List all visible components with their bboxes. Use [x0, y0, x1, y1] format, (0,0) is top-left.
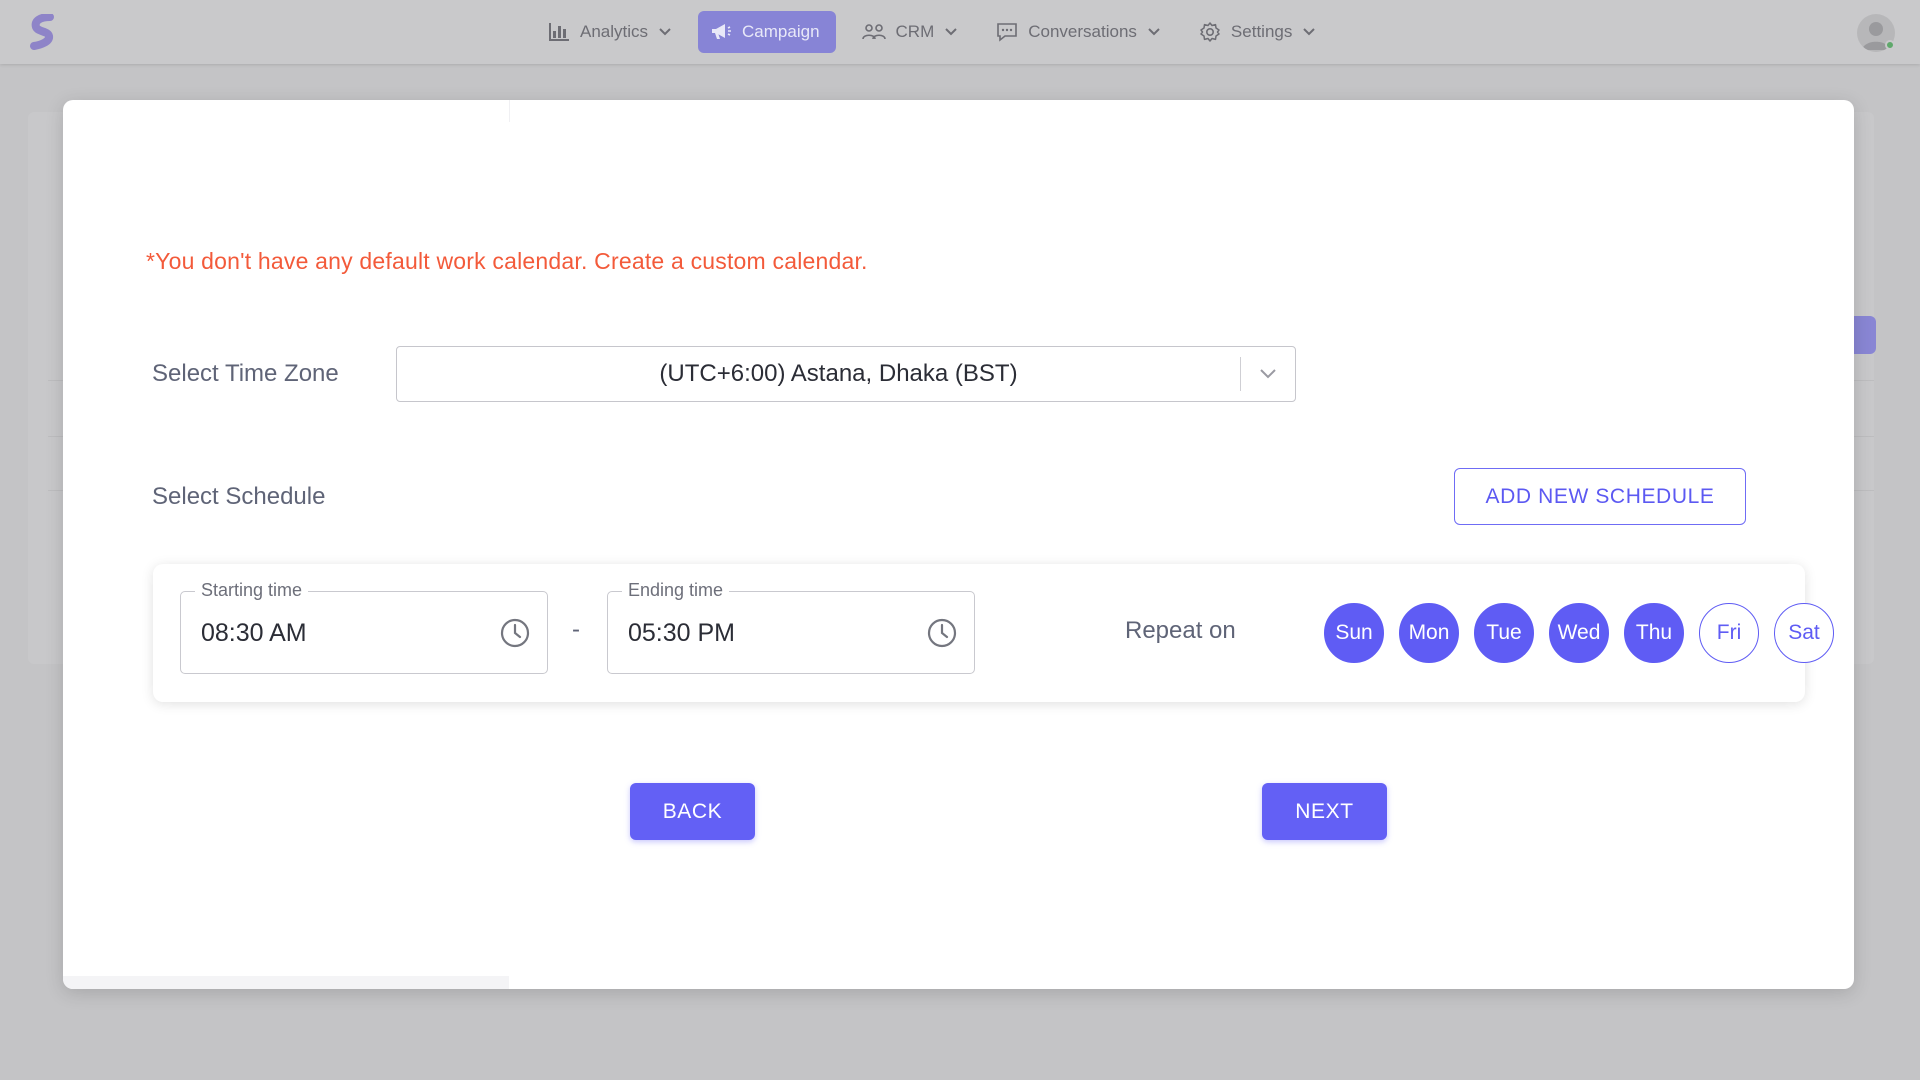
modal-divider: [509, 100, 510, 122]
nav-item-analytics[interactable]: Analytics: [536, 11, 684, 53]
starting-time-field[interactable]: Starting time 08:30 AM: [180, 580, 548, 674]
clock-icon[interactable]: [499, 617, 531, 649]
no-calendar-warning: *You don't have any default work calenda…: [146, 248, 868, 274]
nav-label-conversations: Conversations: [1028, 22, 1137, 41]
nav-label-analytics: Analytics: [580, 22, 649, 41]
nav-label-crm: CRM: [895, 22, 935, 41]
bar-chart-icon: [549, 23, 569, 41]
nav-item-campaign[interactable]: Campaign: [698, 11, 836, 53]
starting-time-label: Starting time: [195, 580, 309, 601]
repeat-on-label: Repeat on: [1125, 617, 1236, 644]
add-new-schedule-button[interactable]: ADD NEW SCHEDULE: [1454, 468, 1746, 525]
chevron-down-icon: [659, 28, 671, 36]
gear-icon: [1200, 22, 1220, 42]
time-range-separator: -: [572, 616, 580, 643]
top-navigation-bar: Analytics Campaign CRM Conversations Set…: [0, 0, 1920, 64]
calendar-setup-modal: *You don't have any default work calenda…: [63, 100, 1854, 989]
schedule-label: Select Schedule: [152, 483, 326, 510]
clock-icon[interactable]: [926, 617, 958, 649]
repeat-days: Sun Mon Tue Wed Thu Fri Sat: [1324, 603, 1834, 663]
chevron-down-icon: [1260, 369, 1276, 379]
users-icon: [861, 24, 886, 40]
timezone-dropdown-toggle[interactable]: [1241, 368, 1295, 380]
starting-time-value: 08:30 AM: [201, 619, 307, 647]
nav-label-settings: Settings: [1230, 22, 1293, 41]
nav-label-campaign: Campaign: [742, 22, 820, 41]
main-nav: Analytics Campaign CRM Conversations Set…: [536, 11, 1342, 53]
day-toggle-wed[interactable]: Wed: [1549, 603, 1609, 663]
next-button[interactable]: NEXT: [1262, 783, 1387, 840]
chevron-down-icon: [1148, 28, 1160, 36]
megaphone-icon: [712, 24, 732, 39]
chevron-down-icon: [1303, 28, 1316, 36]
day-toggle-sun[interactable]: Sun: [1324, 603, 1384, 663]
schedule-card: Starting time 08:30 AM - Ending time 05:…: [153, 564, 1834, 702]
day-toggle-fri[interactable]: Fri: [1699, 603, 1759, 663]
brand-logo-icon[interactable]: [28, 14, 60, 50]
timezone-label: Select Time Zone: [152, 360, 339, 387]
timezone-value: (UTC+6:00) Astana, Dhaka (BST): [659, 360, 1018, 387]
ending-time-label: Ending time: [622, 580, 730, 601]
modal-footer-strip: [63, 976, 509, 989]
day-toggle-thu[interactable]: Thu: [1624, 603, 1684, 663]
nav-item-settings[interactable]: Settings: [1187, 11, 1328, 53]
day-toggle-tue[interactable]: Tue: [1474, 603, 1534, 663]
ending-time-value: 05:30 PM: [628, 619, 736, 647]
ending-time-field[interactable]: Ending time 05:30 PM: [607, 580, 975, 674]
online-status-dot: [1885, 40, 1895, 50]
back-button[interactable]: BACK: [630, 783, 755, 840]
day-toggle-sat[interactable]: Sat: [1774, 603, 1834, 663]
chat-icon: [997, 23, 1018, 42]
nav-item-conversations[interactable]: Conversations: [984, 11, 1173, 53]
nav-item-crm[interactable]: CRM: [850, 11, 971, 53]
day-toggle-mon[interactable]: Mon: [1399, 603, 1459, 663]
chevron-down-icon: [945, 28, 957, 36]
timezone-select[interactable]: (UTC+6:00) Astana, Dhaka (BST): [396, 346, 1296, 402]
